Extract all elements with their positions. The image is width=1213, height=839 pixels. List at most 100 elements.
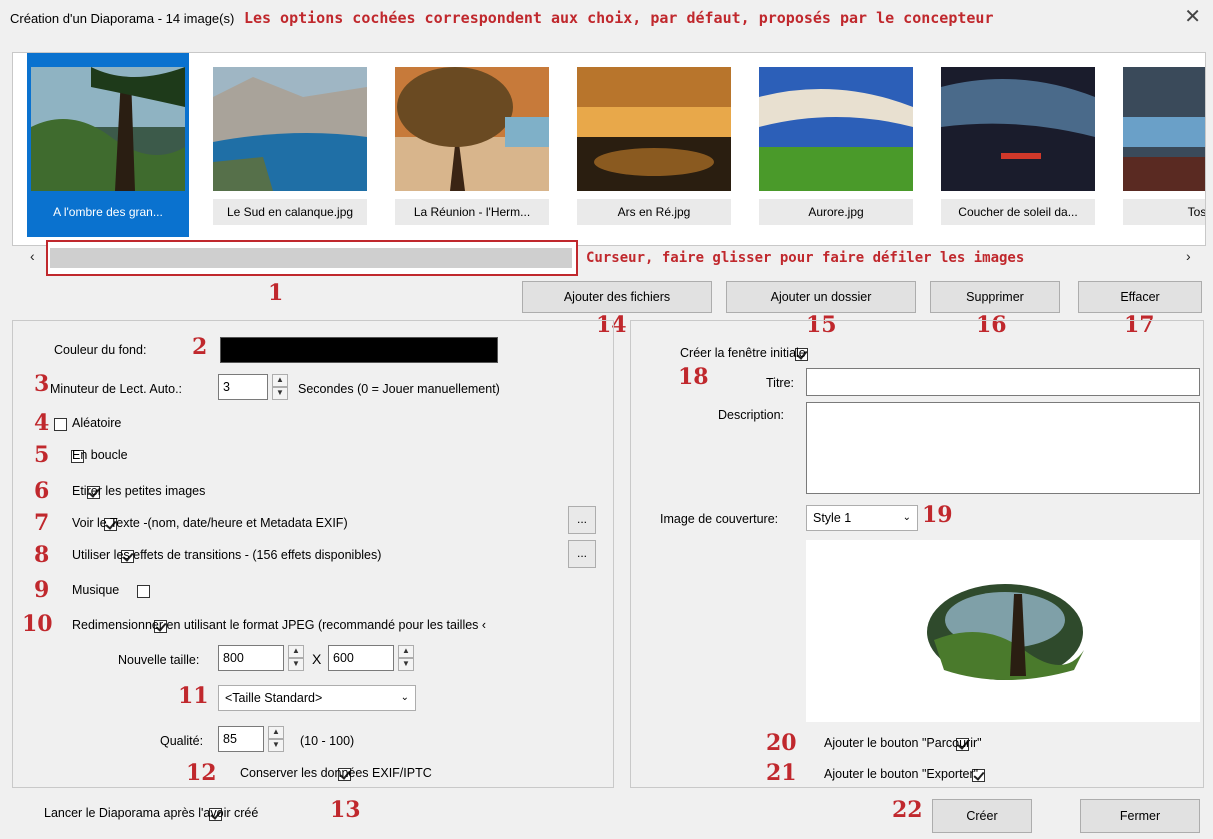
quality-label: Qualité: [160,734,204,748]
thumbnail-caption: Aurore.jpg [759,199,913,225]
annotation-11: 11 [178,683,209,709]
annotation-6: 6 [34,478,50,504]
timer-stepper[interactable]: ▲ ▼ [272,374,288,400]
thumbnail-image [759,67,913,191]
cover-style-select[interactable]: Style 1 ⌄ [806,505,918,531]
quality-range: (10 - 100) [300,734,355,748]
annotation-12: 12 [186,760,217,786]
scroll-left-icon[interactable]: ‹ [30,248,35,264]
thumbnail-image [213,67,367,191]
annotation-note-scroll: Curseur, faire glisser pour faire défile… [586,250,1025,266]
transitions-options-button[interactable]: ... [568,540,596,568]
launch-label: Lancer le Diaporama après l'avoir créé [44,806,259,820]
scroll-right-icon[interactable]: › [1186,248,1191,264]
annotation-5: 5 [34,442,50,468]
thumbnail-strip[interactable]: A l'ombre des gran... Le Sud en calanque… [12,52,1206,246]
create-button[interactable]: Créer [932,799,1032,833]
thumbnail-image [395,67,549,191]
timer-label: Minuteur de Lect. Auto.: [50,382,183,396]
text-options-button[interactable]: ... [568,506,596,534]
thumbnail-image [31,67,185,191]
resize-label: Redimensionner en utilisant le format JP… [72,618,487,632]
thumbnail-caption: Coucher de soleil da... [941,199,1095,225]
bg-color-label: Couleur du fond: [54,343,147,357]
annotation-note-defaults: Les options cochées correspondent aux ch… [243,9,994,27]
annotation-8: 8 [34,542,50,568]
height-input[interactable] [328,645,394,671]
annotation-9: 9 [34,577,50,603]
new-size-label: Nouvelle taille: [118,653,200,667]
quality-input[interactable] [218,726,264,752]
thumbnail-image [1123,67,1205,191]
thumbnail-item[interactable]: A l'ombre des gran... [27,53,189,237]
annotation-13: 13 [330,797,361,823]
bg-color-swatch[interactable] [220,337,498,363]
stepper-up-icon[interactable]: ▲ [288,645,304,658]
annotation-3: 3 [34,371,50,397]
thumbnail-caption: Ars en Ré.jpg [577,199,731,225]
annotation-22: 22 [892,797,923,823]
close-button[interactable]: Fermer [1080,799,1200,833]
close-icon[interactable]: ✕ [1184,4,1201,29]
thumbnail-item[interactable]: Coucher de soleil da... [937,53,1099,237]
cover-style-value: Style 1 [813,511,852,525]
create-window-label: Créer la fenêtre initiale [680,346,806,360]
cover-preview [806,540,1200,722]
loop-label: En boucle [72,448,128,462]
add-files-button[interactable]: Ajouter des fichiers [522,281,712,313]
thumbnail-item[interactable]: La Réunion - l'Herm... [391,53,553,237]
size-preset-select[interactable]: <Taille Standard> ⌄ [218,685,416,711]
add-export-label: Ajouter le bouton "Exporter" [824,767,979,781]
clear-button[interactable]: Effacer [1078,281,1202,313]
transitions-label: Utiliser les effets de transitions - (15… [72,548,382,562]
annotation-19: 19 [922,502,953,528]
width-stepper[interactable]: ▲ ▼ [288,645,304,671]
stepper-down-icon[interactable]: ▼ [272,387,288,400]
stepper-down-icon[interactable]: ▼ [268,739,284,752]
quality-stepper[interactable]: ▲ ▼ [268,726,284,752]
thumbnail-caption: Le Sud en calanque.jpg [213,199,367,225]
title-input[interactable] [806,368,1200,396]
horizontal-scrollbar[interactable] [46,240,578,276]
annotation-4: 4 [34,410,50,436]
window-title: Création d'un Diaporama - 14 image(s) [10,11,235,26]
stepper-up-icon[interactable]: ▲ [272,374,288,387]
thumbnail-image [941,67,1095,191]
timer-input[interactable] [218,374,268,400]
size-preset-value: <Taille Standard> [225,691,323,705]
width-input[interactable] [218,645,284,671]
thumbnail-caption: La Réunion - l'Herm... [395,199,549,225]
thumbnail-item[interactable]: Tosc [1119,53,1205,237]
stepper-up-icon[interactable]: ▲ [268,726,284,739]
add-browse-label: Ajouter le bouton "Parcourir" [824,736,982,750]
height-stepper[interactable]: ▲ ▼ [398,645,414,671]
random-checkbox[interactable] [54,418,67,432]
scrollbar-thumb[interactable] [50,248,572,268]
delete-button[interactable]: Supprimer [930,281,1060,313]
annotation-18: 18 [678,364,709,390]
thumbnail-item[interactable]: Ars en Ré.jpg [573,53,735,237]
size-separator: X [312,651,322,667]
add-folder-button[interactable]: Ajouter un dossier [726,281,916,313]
annotation-1: 1 [268,280,284,306]
thumbnail-item[interactable]: Le Sud en calanque.jpg [209,53,371,237]
thumbnail-image [577,67,731,191]
stretch-label: Etirer les petites images [72,484,206,498]
cover-label: Image de couverture: [660,512,779,526]
window-title-bar: Création d'un Diaporama - 14 image(s) Le… [10,6,994,30]
random-label: Aléatoire [72,416,122,430]
annotation-7: 7 [34,510,50,536]
chevron-down-icon: ⌄ [902,512,911,523]
annotation-20: 20 [766,730,797,756]
annotation-21: 21 [766,760,797,786]
stepper-down-icon[interactable]: ▼ [288,658,304,671]
stepper-down-icon[interactable]: ▼ [398,658,414,671]
annotation-2: 2 [192,334,208,360]
chevron-down-icon: ⌄ [400,692,409,703]
description-textarea[interactable] [806,402,1200,494]
thumbnail-item[interactable]: Aurore.jpg [755,53,917,237]
keep-exif-label: Conserver les données EXIF/IPTC [240,766,432,780]
music-checkbox[interactable] [137,585,151,599]
stepper-up-icon[interactable]: ▲ [398,645,414,658]
thumbnail-caption: A l'ombre des gran... [31,199,185,225]
